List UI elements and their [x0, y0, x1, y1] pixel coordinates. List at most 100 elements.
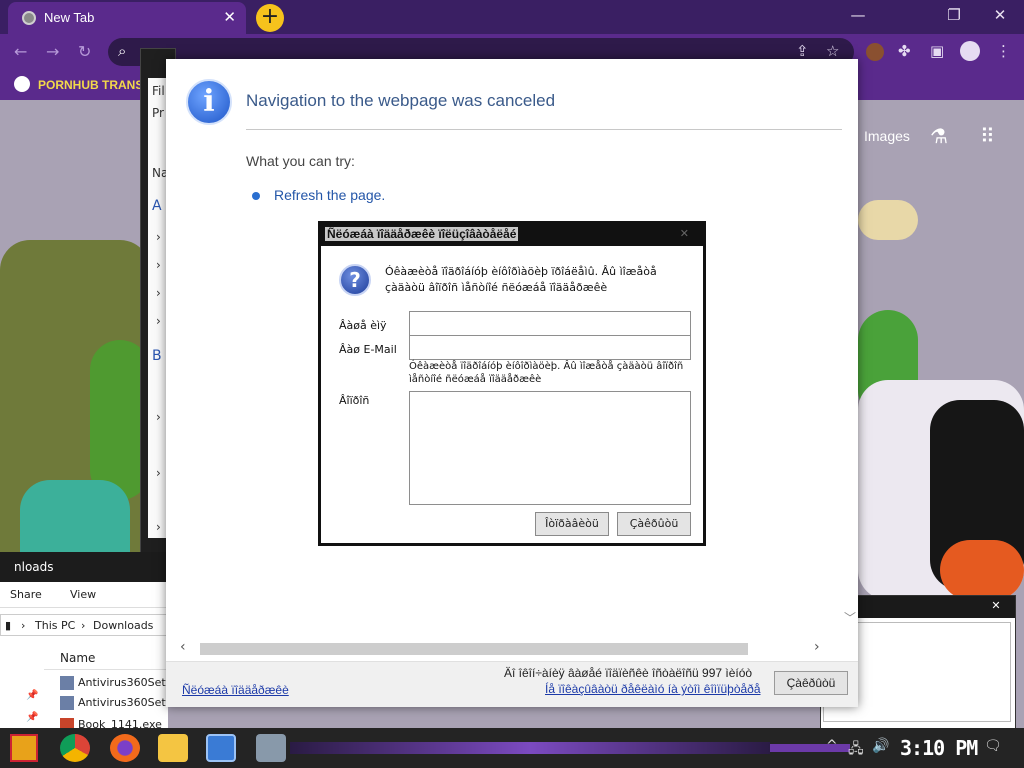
labs-flask-icon[interactable]: ⚗ [930, 124, 948, 148]
window-restore-button[interactable]: ❐ [934, 4, 974, 28]
refresh-link[interactable]: Refresh the page. [274, 187, 385, 203]
dialog-title: Ñëóæáà ïîääåðæêè ïîëüçîâàòåëåé [325, 227, 519, 241]
support-link[interactable]: Ñëóæáà ïîääåðæêè [182, 683, 289, 697]
column-header-label: Name [60, 651, 96, 665]
chevron-right-icon[interactable]: › [156, 230, 161, 244]
bookmark-star-icon[interactable]: ☆ [826, 42, 839, 60]
file-icon [60, 676, 74, 690]
clock[interactable]: 3:10 PM [900, 736, 978, 760]
info-icon: i [186, 79, 232, 125]
side-panel-icon[interactable]: ▣ [930, 42, 944, 60]
explorer-ribbon: Share View [0, 582, 168, 608]
question-label: Âîïðîñ [339, 394, 370, 407]
email-field[interactable] [409, 335, 691, 360]
account-avatar-icon[interactable] [960, 41, 980, 61]
forward-arrow-icon[interactable]: → [46, 42, 59, 61]
scroll-left-icon[interactable]: ‹ [180, 639, 186, 655]
chevron-right-icon[interactable]: › [156, 520, 161, 534]
tray-chevron-icon[interactable]: ^ [826, 738, 838, 754]
search-icon: ⌕ [118, 42, 127, 60]
window-taskbar-icon[interactable] [206, 734, 236, 762]
scrollbar-thumb[interactable] [200, 643, 748, 655]
subscription-notice: Äî îêîí÷àíèÿ âàøåé ïîäïèñêè îñòàëîñü 997… [504, 666, 753, 680]
column-header-name[interactable]: Name [44, 648, 168, 670]
menu-kebab-icon[interactable]: ⋮ [996, 42, 1011, 60]
pin-icon[interactable]: 📌 [26, 712, 38, 723]
tab-new-tab[interactable]: New Tab ✕ [8, 2, 246, 34]
file-name: Antivirus360Setup [78, 676, 168, 689]
suggestions-label: What you can try: [246, 153, 355, 169]
chevron-right-icon[interactable]: › [156, 466, 161, 480]
ribbon-tab-view[interactable]: View [70, 588, 96, 601]
back-arrow-icon[interactable]: ← [14, 42, 27, 61]
nav-fragment: A [152, 198, 162, 214]
file-icon [60, 696, 74, 710]
breadcrumb-this-pc[interactable]: This PC [35, 619, 75, 632]
email-label: Âàø E-Mail [339, 343, 397, 356]
footer-close-button[interactable]: Çàêðûòü [774, 671, 848, 695]
close-button[interactable]: Çàêðûòü [617, 512, 691, 536]
images-link[interactable]: Images [864, 128, 910, 144]
profile-extension-icon[interactable] [866, 43, 884, 61]
pin-icon[interactable]: 📌 [26, 690, 38, 701]
chrome-favicon-icon [22, 11, 36, 25]
support-dialog: Ñëóæáà ïîääåðæêè ïîëüçîâàòåëåé ✕ ? Óêàæè… [318, 221, 706, 546]
notification-icon[interactable]: 🗨 [984, 738, 1002, 754]
bookmark-item[interactable]: PORNHUB TRANS [38, 78, 143, 92]
new-tab-button[interactable]: + [256, 4, 284, 32]
window-close-button[interactable]: ✕ [980, 4, 1020, 28]
app-taskbar-icon[interactable] [256, 734, 286, 762]
file-row[interactable]: Antivirus360Setup [60, 676, 168, 696]
ribbon-tab-share[interactable]: Share [10, 588, 42, 601]
tab-strip: New Tab ✕ + — ❐ ✕ [0, 0, 1024, 34]
apps-grid-icon[interactable]: ⠿ [980, 124, 995, 148]
nav-fragment: B [152, 348, 162, 364]
dialog-message: Óêàæèòå ïîäðîáíóþ èíôîðìàöèþ ïðîáëåìû. Â… [385, 265, 657, 294]
dialog-titlebar: Ñëóæáà ïîääåðæêè ïîëüçîâàòåëåé ✕ [321, 224, 703, 246]
breadcrumb-sep: › [21, 619, 26, 632]
volume-icon[interactable]: 🔊 [872, 738, 889, 754]
file-name: Antivirus360Setup.exe [78, 696, 168, 709]
question-icon: ? [339, 264, 371, 296]
taskbar-decoration [290, 742, 770, 754]
explorer-address-bar[interactable]: ▮ › This PC › Downloads [0, 614, 168, 636]
breadcrumb-downloads[interactable]: Downloads [93, 619, 153, 632]
scroll-right-icon[interactable]: › [814, 639, 820, 655]
pc-icon: ▮ [5, 619, 12, 632]
start-button-icon[interactable] [10, 734, 38, 762]
hide-ads-link[interactable]: Íå ïîêàçûâàòü ðåêëàìó íà ýòîì êîìïüþòåðå [545, 682, 761, 696]
window-minimize-button[interactable]: — [838, 4, 878, 28]
ad-footer: Ñëóæáà ïîääåðæêè Äî îêîí÷àíèÿ âàøåé ïîäï… [166, 661, 858, 707]
menu-fragment: Pr [152, 106, 164, 120]
file-row[interactable]: Antivirus360Setup.exe [60, 696, 168, 716]
taskbar: ^ 🖧 🔊 3:10 PM 🗨 [0, 728, 1024, 768]
close-icon[interactable]: ✕ [680, 227, 689, 240]
tab-close-icon[interactable]: ✕ [223, 8, 236, 26]
share-icon[interactable]: ⇪ [796, 42, 809, 60]
bookmark-favicon-icon [14, 76, 30, 92]
wallpaper-art [858, 200, 918, 240]
downloads-explorer-window: nloads Share View ▮ › This PC › Download… [0, 552, 168, 740]
scroll-down-icon[interactable]: ﹀ [844, 609, 856, 626]
close-icon[interactable]: ✕ [985, 599, 1007, 615]
network-icon[interactable]: 🖧 [848, 738, 864, 762]
menu-fragment: Fil [152, 84, 165, 98]
chevron-right-icon[interactable]: › [156, 286, 161, 300]
taskbar-decoration [770, 744, 850, 752]
chevron-right-icon[interactable]: › [156, 410, 161, 424]
horizontal-scrollbar[interactable]: ‹ › [166, 637, 842, 661]
reload-icon[interactable]: ↻ [78, 42, 91, 61]
chevron-right-icon[interactable]: › [156, 314, 161, 328]
divider [246, 129, 842, 130]
explorer-titlebar: nloads [0, 552, 168, 582]
chrome-taskbar-icon[interactable] [60, 734, 90, 762]
firefox-taskbar-icon[interactable] [110, 734, 140, 762]
name-field[interactable] [409, 311, 691, 336]
question-textarea[interactable] [409, 391, 691, 505]
extensions-puzzle-icon[interactable]: ✤ [898, 42, 911, 60]
file-explorer-taskbar-icon[interactable] [158, 734, 188, 762]
breadcrumb-sep: › [81, 619, 86, 632]
send-button[interactable]: Îòïðàâèòü [535, 512, 609, 536]
vertical-scrollbar[interactable]: ﹀ [842, 59, 858, 629]
chevron-right-icon[interactable]: › [156, 258, 161, 272]
